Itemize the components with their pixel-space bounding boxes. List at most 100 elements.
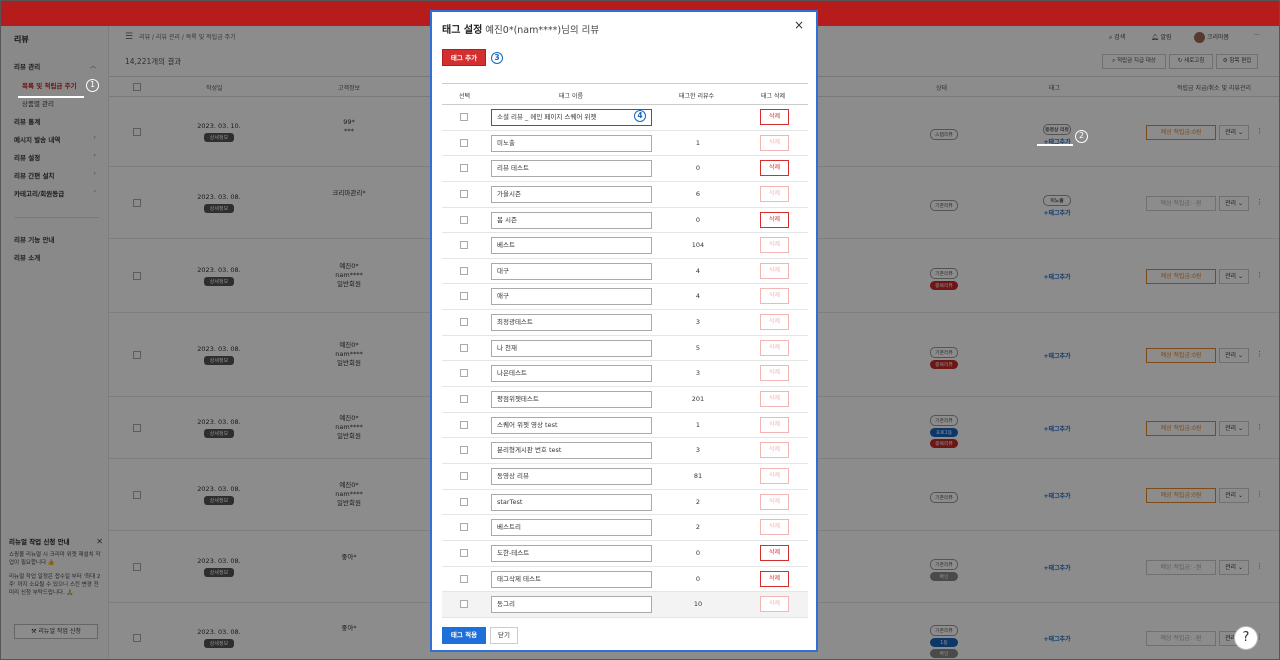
tag-name-input[interactable]: 태그삭제 테스트: [491, 570, 652, 588]
tag-review-count: 0: [695, 548, 701, 557]
delete-tag-button[interactable]: 삭제: [760, 442, 789, 459]
tag-name-input[interactable]: 대구: [491, 262, 652, 280]
tag-row: 나 천재 5 삭제: [442, 336, 808, 362]
tag-row: 리뷰 테스트 0 삭제: [442, 156, 808, 182]
tag-checkbox[interactable]: [460, 395, 468, 404]
tag-checkbox[interactable]: [460, 164, 468, 173]
tag-review-count: 5: [695, 343, 701, 352]
tag-row: 나은테스트 3 삭제: [442, 361, 808, 388]
tag-checkbox[interactable]: [460, 138, 468, 147]
tag-checkbox[interactable]: [460, 343, 468, 352]
delete-tag-button[interactable]: 삭제: [760, 160, 789, 177]
tag-name-input[interactable]: 동그리: [491, 596, 652, 614]
tag-name-input[interactable]: 소셜 리뷰 _ 메인 페이지 스퀘어 위젯: [491, 109, 652, 126]
tag-review-count: 2: [695, 497, 701, 506]
tag-checkbox[interactable]: [460, 420, 468, 429]
tag-row: 도한-테스트 0 삭제: [442, 541, 808, 567]
tag-row: 분리형게시판 번호 test 3 삭제: [442, 438, 808, 464]
tag-checkbox[interactable]: [460, 241, 468, 250]
tag-settings-modal: 태그 설정 예진0*(nam****)님의 리뷰 × 태그 추가 3 선택 태그 …: [430, 10, 818, 652]
close-modal-button[interactable]: 닫기: [490, 627, 518, 644]
tag-checkbox[interactable]: [460, 189, 468, 198]
tag-review-count: 0: [695, 574, 701, 583]
modal-title: 태그 설정 예진0*(nam****)님의 리뷰: [442, 25, 600, 36]
tag-review-count: 104: [691, 241, 705, 250]
add-tag-button[interactable]: 태그 추가: [442, 49, 486, 66]
tag-review-count: 3: [695, 369, 701, 378]
col-tag-name: 태그 이름: [559, 93, 583, 100]
tag-checkbox[interactable]: [460, 548, 468, 557]
tag-checkbox[interactable]: [460, 318, 468, 327]
delete-tag-button[interactable]: 삭제: [760, 109, 789, 125]
tag-row: 대구 4 삭제: [442, 259, 808, 285]
tag-name-input[interactable]: 미노출: [491, 134, 652, 152]
delete-tag-button[interactable]: 삭제: [760, 596, 789, 613]
tag-name-input[interactable]: starTest: [491, 493, 652, 511]
tag-review-count: 1: [695, 420, 701, 429]
tag-name-input[interactable]: 평점위젯테스트: [491, 391, 652, 409]
tag-row: 애구 4 삭제: [442, 284, 808, 311]
delete-tag-button[interactable]: 삭제: [760, 570, 789, 587]
tag-review-count: 3: [695, 318, 701, 327]
tag-review-count: 0: [695, 215, 701, 224]
delete-tag-button[interactable]: 삭제: [760, 493, 789, 510]
tag-name-input[interactable]: 도한-테스트: [491, 544, 652, 562]
delete-tag-button[interactable]: 삭제: [760, 544, 789, 561]
tag-checkbox[interactable]: [460, 600, 468, 609]
tag-checkbox[interactable]: [460, 523, 468, 532]
tag-checkbox[interactable]: [460, 574, 468, 583]
delete-tag-button[interactable]: 삭제: [760, 339, 789, 356]
tag-checkbox[interactable]: [460, 369, 468, 378]
delete-tag-button[interactable]: 삭제: [760, 237, 789, 254]
tag-row: 동영상 리뷰 81 삭제: [442, 464, 808, 490]
delete-tag-button[interactable]: 삭제: [760, 391, 789, 408]
tag-review-count: 81: [693, 471, 703, 480]
tag-review-count: 201: [691, 395, 705, 404]
delete-tag-button[interactable]: 삭제: [760, 185, 789, 202]
delete-tag-button[interactable]: 삭제: [760, 416, 789, 433]
tag-review-count: 0: [695, 164, 701, 173]
delete-tag-button[interactable]: 삭제: [760, 314, 789, 331]
tag-checkbox[interactable]: [460, 292, 468, 301]
tag-checkbox[interactable]: [460, 471, 468, 480]
delete-tag-button[interactable]: 삭제: [760, 211, 789, 228]
tag-checkbox[interactable]: [460, 446, 468, 455]
tag-review-count: 6: [695, 189, 701, 198]
tag-checkbox[interactable]: [460, 266, 468, 275]
annotation-2: 2: [1075, 130, 1088, 143]
delete-tag-button[interactable]: 삭제: [760, 467, 789, 484]
delete-tag-button[interactable]: 삭제: [760, 262, 789, 279]
tag-name-input[interactable]: 동영상 리뷰: [491, 467, 652, 485]
tag-name-input[interactable]: 분리형게시판 번호 test: [491, 442, 652, 460]
delete-tag-button[interactable]: 삭제: [760, 134, 789, 151]
modal-subtitle: 예진0*(nam****)님의 리뷰: [485, 25, 600, 36]
tag-name-input[interactable]: 애구: [491, 288, 652, 306]
tag-review-count: 4: [695, 292, 701, 301]
tag-row: 미노출 1 삭제: [442, 131, 808, 157]
tag-name-input[interactable]: 베스트: [491, 237, 652, 255]
tag-name-input[interactable]: 스퀘어 위젯 영상 test: [491, 416, 652, 434]
tag-checkbox[interactable]: [460, 215, 468, 224]
tag-name-input[interactable]: 가을시즌: [491, 185, 652, 203]
col-select: 선택: [459, 93, 471, 100]
apply-tags-button[interactable]: 태그 적용: [442, 627, 486, 644]
delete-tag-button[interactable]: 삭제: [760, 365, 789, 382]
tag-name-input[interactable]: 리뷰 테스트: [491, 160, 652, 178]
tag-row: 베스트 104 삭제: [442, 233, 808, 259]
tag-row: 평점위젯테스트 201 삭제: [442, 387, 808, 413]
tag-name-input[interactable]: 최정광테스트: [491, 314, 652, 332]
tag-checkbox[interactable]: [460, 497, 468, 506]
delete-tag-button[interactable]: 삭제: [760, 288, 789, 305]
tag-name-input[interactable]: 봄 시즌: [491, 211, 652, 229]
tag-row: 가을시즌 6 삭제: [442, 182, 808, 208]
tag-name-input[interactable]: 나은테스트: [491, 365, 652, 383]
help-button[interactable]: ?: [1234, 626, 1258, 650]
delete-tag-button[interactable]: 삭제: [760, 519, 789, 536]
tag-checkbox[interactable]: [460, 113, 468, 121]
close-icon[interactable]: ×: [794, 18, 804, 32]
tag-name-input[interactable]: 베스트리: [491, 519, 652, 537]
tag-row: 동그리 10 삭제: [442, 592, 808, 618]
tag-name-input[interactable]: 나 천재: [491, 339, 652, 357]
tag-review-count: 3: [695, 446, 701, 455]
tag-review-count: 10: [693, 600, 703, 609]
